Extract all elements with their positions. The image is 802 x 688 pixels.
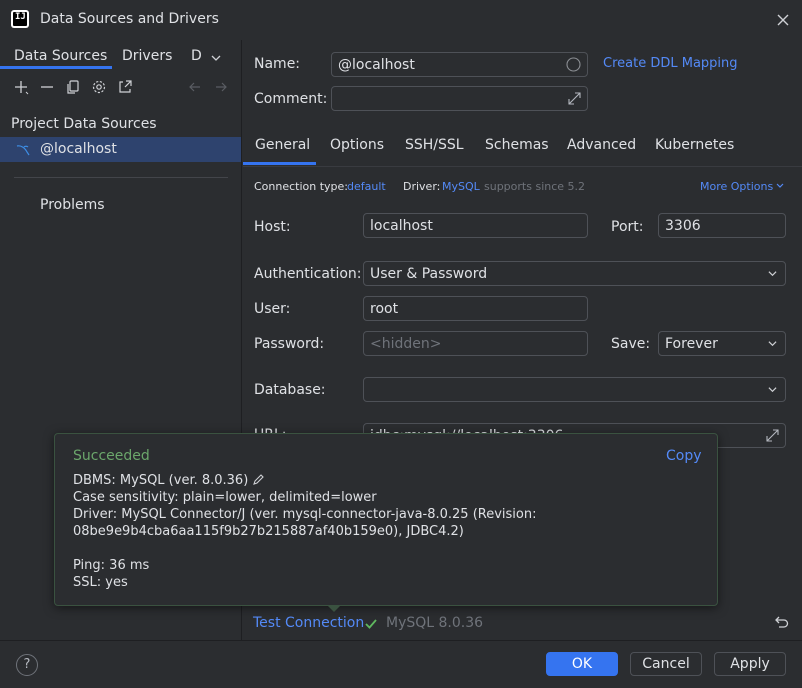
mysql-icon bbox=[16, 145, 30, 156]
authentication-value: User & Password bbox=[370, 266, 488, 282]
data-source-item-localhost[interactable]: @localhost bbox=[0, 137, 241, 162]
dbms-text: DBMS: MySQL (ver. 8.0.36) bbox=[73, 473, 249, 488]
password-label: Password: bbox=[254, 336, 325, 352]
port-label: Port: bbox=[611, 219, 644, 235]
comment-label: Comment: bbox=[254, 91, 328, 107]
driver-note: supports since 5.2 bbox=[484, 180, 586, 193]
tab-kubernetes[interactable]: Kubernetes bbox=[655, 137, 734, 153]
checkmark-icon bbox=[365, 619, 377, 629]
connection-type-label: Connection type: bbox=[254, 180, 349, 193]
tab-general[interactable]: General bbox=[255, 137, 310, 153]
app-logo-icon: IJ bbox=[11, 10, 29, 28]
apply-button[interactable]: Apply bbox=[714, 652, 786, 676]
ok-button[interactable]: OK bbox=[546, 652, 618, 676]
authentication-select[interactable]: User & Password bbox=[363, 261, 786, 286]
remove-icon[interactable] bbox=[39, 79, 55, 95]
cancel-button[interactable]: Cancel bbox=[630, 652, 702, 676]
help-button[interactable]: ? bbox=[16, 654, 38, 676]
chevron-down-icon[interactable] bbox=[210, 52, 222, 64]
chevron-down-icon bbox=[768, 271, 777, 277]
host-input[interactable]: localhost bbox=[363, 213, 588, 238]
chevron-down-icon[interactable] bbox=[775, 181, 785, 191]
dbms-line: DBMS: MySQL (ver. 8.0.36) bbox=[73, 473, 265, 488]
chevron-down-icon bbox=[768, 341, 777, 347]
edit-icon[interactable] bbox=[252, 473, 265, 486]
connection-type-link[interactable]: default bbox=[347, 180, 386, 193]
expand-icon[interactable] bbox=[567, 91, 582, 106]
name-input[interactable]: @localhost bbox=[331, 52, 588, 77]
driver-label: Driver: bbox=[403, 180, 441, 193]
driver-line-cont: 08be9e9b4cba6aa115f9b27b215887af40b159e0… bbox=[73, 524, 464, 539]
create-ddl-mapping-link[interactable]: Create DDL Mapping bbox=[603, 56, 738, 71]
ping-line: Ping: 36 ms bbox=[73, 558, 150, 573]
password-input[interactable]: <hidden> bbox=[363, 331, 588, 356]
tab-drivers[interactable]: Drivers bbox=[122, 48, 172, 64]
connection-result-popup: Succeeded Copy DBMS: MySQL (ver. 8.0.36)… bbox=[54, 433, 718, 606]
close-icon[interactable] bbox=[774, 11, 792, 29]
user-label: User: bbox=[254, 301, 291, 317]
title-bar: IJ Data Sources and Drivers bbox=[0, 0, 802, 40]
driver-link[interactable]: MySQL bbox=[442, 180, 480, 193]
color-circle-icon[interactable] bbox=[566, 57, 581, 72]
section-title: Project Data Sources bbox=[11, 116, 157, 132]
expand-icon[interactable] bbox=[765, 428, 780, 443]
ssl-line: SSL: yes bbox=[73, 575, 128, 590]
user-input[interactable]: root bbox=[363, 296, 588, 321]
status-text: Succeeded bbox=[73, 448, 150, 464]
active-tab-indicator bbox=[243, 162, 316, 165]
name-label: Name: bbox=[254, 56, 301, 72]
add-icon[interactable] bbox=[13, 79, 29, 95]
tab-ssh-ssl[interactable]: SSH/SSL bbox=[405, 137, 464, 153]
back-arrow-icon[interactable] bbox=[187, 79, 203, 95]
tab-schemas[interactable]: Schemas bbox=[485, 137, 549, 153]
driver-line: Driver: MySQL Connector/J (ver. mysql-co… bbox=[73, 507, 537, 522]
host-label: Host: bbox=[254, 219, 291, 235]
database-select[interactable] bbox=[363, 377, 786, 402]
open-external-icon[interactable] bbox=[117, 79, 133, 95]
tabs-divider bbox=[243, 166, 802, 167]
save-label: Save: bbox=[611, 336, 651, 352]
test-result: MySQL 8.0.36 bbox=[386, 615, 484, 631]
save-value: Forever bbox=[665, 336, 718, 352]
database-label: Database: bbox=[254, 382, 326, 398]
comment-input[interactable] bbox=[331, 86, 588, 111]
footer: ? OK Cancel Apply bbox=[0, 641, 802, 688]
duplicate-icon[interactable] bbox=[65, 79, 81, 95]
tab-advanced[interactable]: Advanced bbox=[567, 137, 636, 153]
forward-arrow-icon[interactable] bbox=[213, 79, 229, 95]
popup-pointer bbox=[327, 605, 341, 612]
test-connection-link[interactable]: Test Connection bbox=[253, 615, 364, 631]
window-title: Data Sources and Drivers bbox=[40, 11, 219, 27]
reset-icon[interactable] bbox=[773, 615, 789, 631]
gear-icon[interactable] bbox=[91, 79, 107, 95]
port-input[interactable]: 3306 bbox=[658, 213, 786, 238]
save-select[interactable]: Forever bbox=[658, 331, 786, 356]
chevron-down-icon bbox=[768, 387, 777, 393]
data-source-label: @localhost bbox=[40, 141, 117, 157]
more-options-link[interactable]: More Options bbox=[700, 180, 773, 193]
tab-data-sources[interactable]: Data Sources bbox=[14, 48, 107, 64]
tab-options[interactable]: Options bbox=[330, 137, 384, 153]
authentication-label: Authentication: bbox=[254, 266, 362, 282]
problems-item[interactable]: Problems bbox=[40, 197, 105, 213]
copy-link[interactable]: Copy bbox=[666, 448, 702, 464]
name-value: @localhost bbox=[338, 57, 415, 73]
active-tab-indicator bbox=[0, 66, 112, 69]
divider bbox=[14, 177, 228, 178]
tab-overflow[interactable]: D bbox=[191, 48, 202, 64]
case-sensitivity-line: Case sensitivity: plain=lower, delimited… bbox=[73, 490, 377, 505]
